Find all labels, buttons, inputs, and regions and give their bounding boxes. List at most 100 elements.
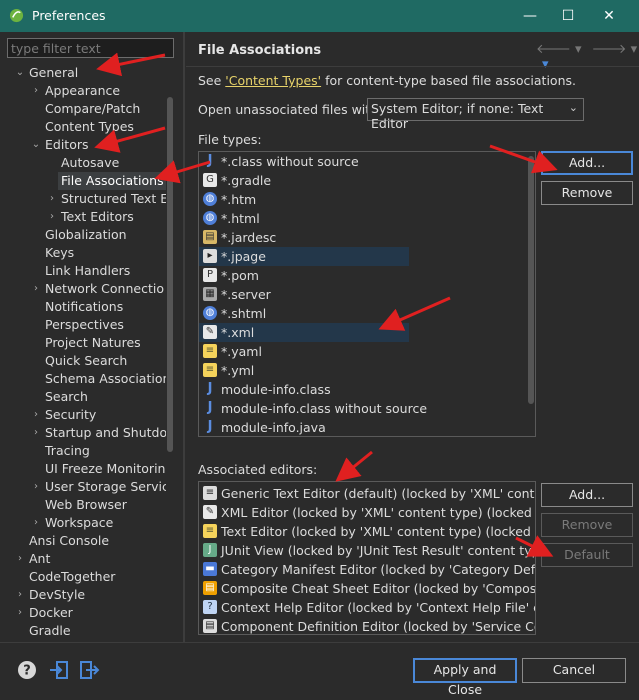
expand-toggle-icon[interactable]: › — [30, 280, 42, 298]
expand-toggle-icon[interactable]: ⌄ — [30, 136, 42, 154]
tree-item-quick-search[interactable]: Quick Search — [45, 352, 127, 370]
tree-item-globalization[interactable]: Globalization — [45, 226, 127, 244]
tree-item-keys[interactable]: Keys — [45, 244, 74, 262]
tree-item-search[interactable]: Search — [45, 388, 88, 406]
list-item[interactable]: ◍ *.html — [199, 209, 409, 228]
tree-item-schema-associations[interactable]: Schema Associations — [45, 370, 166, 388]
maximize-button[interactable]: ☐ — [556, 4, 580, 28]
list-item[interactable]: ≡ Text Editor (locked by 'XML' content ty… — [199, 522, 535, 541]
list-item[interactable]: ▬ Category Manifest Editor (locked by 'Ca… — [199, 560, 535, 579]
list-item[interactable]: Jmodule-info.java — [199, 418, 409, 436]
java-file-icon: J — [207, 419, 213, 434]
tree-scrollbar[interactable] — [167, 97, 173, 452]
back-arrow-icon[interactable]: 🡐 ▾ — [536, 42, 582, 57]
tree-item-file-associations[interactable]: File Associations — [58, 172, 166, 190]
tree-item-startup-shutdown[interactable]: › Startup and Shutdo — [34, 424, 166, 442]
list-item[interactable]: P *.pom — [199, 266, 409, 285]
list-item-selected[interactable]: ✎ *.xml — [199, 323, 409, 342]
tree-item-ansi-console[interactable]: Ansi Console — [29, 532, 109, 550]
list-item[interactable]: ◍ *.shtml — [199, 304, 409, 323]
expand-toggle-icon[interactable]: › — [30, 406, 42, 424]
content-types-link[interactable]: 'Content Types' — [225, 73, 321, 88]
add-file-type-button[interactable]: Add... — [541, 151, 633, 175]
title-bar: Preferences — ☐ ✕ — [0, 0, 639, 32]
tree-item-codetogether[interactable]: CodeTogether — [29, 568, 115, 586]
list-item[interactable]: ◍ *.htm — [199, 190, 409, 209]
list-item[interactable]: ✎ XML Editor (locked by 'XML' content typ… — [199, 503, 535, 522]
expand-toggle-icon[interactable]: › — [14, 604, 26, 622]
tree-item-project-natures[interactable]: Project Natures — [45, 334, 141, 352]
tree-item-autosave[interactable]: Autosave — [61, 154, 119, 172]
remove-editor-button[interactable]: Remove — [541, 513, 633, 537]
tree-item-structured-text-editors[interactable]: › Structured Text Ed — [50, 190, 166, 208]
expand-toggle-icon[interactable]: › — [30, 478, 42, 496]
server-icon: ▦ — [203, 287, 217, 301]
import-icon[interactable] — [48, 659, 70, 681]
tree-item-perspectives[interactable]: Perspectives — [45, 316, 124, 334]
tree-item-link-handlers[interactable]: Link Handlers — [45, 262, 130, 280]
tree-item-user-storage-service[interactable]: › User Storage Service — [34, 478, 166, 496]
export-icon[interactable] — [78, 659, 100, 681]
expand-toggle-icon[interactable]: ⌄ — [14, 64, 26, 82]
java-class-icon: J — [207, 153, 213, 168]
file-types-list[interactable]: J *.class without source G *.gradle ◍ *.htm… — [198, 151, 536, 437]
tree-item-devstyle[interactable]: › DevStyle — [18, 586, 85, 604]
expand-toggle-icon[interactable]: › — [30, 514, 42, 532]
unassociated-editor-select[interactable]: System Editor; if none: Text Editor ⌄ — [367, 98, 584, 131]
tree-item-security[interactable]: › Security — [34, 406, 96, 424]
expand-toggle-icon[interactable]: › — [14, 550, 26, 568]
sash-divider[interactable] — [183, 32, 185, 642]
list-item[interactable]: Jmodule-info.class without source — [199, 399, 427, 418]
view-menu-icon[interactable]: ▾ — [542, 57, 549, 72]
list-item[interactable]: ≡ *.yml — [199, 361, 409, 380]
list-item[interactable]: ? Context Help Editor (locked by 'Context… — [199, 598, 535, 617]
apply-and-close-button[interactable]: Apply and Close — [413, 658, 517, 697]
list-item[interactable]: Jmodule-info.class — [199, 380, 409, 399]
tree-item-docker[interactable]: › Docker — [18, 604, 73, 622]
expand-toggle-icon[interactable]: › — [46, 208, 58, 226]
tree-item-notifications[interactable]: Notifications — [45, 298, 123, 316]
forward-arrow-icon[interactable]: 🡒 ▾ — [592, 42, 638, 57]
tree-item-tracing[interactable]: Tracing — [45, 442, 90, 460]
tree-item-ant[interactable]: › Ant — [18, 550, 50, 568]
tree-item-compare-patch[interactable]: Compare/Patch — [45, 100, 140, 118]
help-icon[interactable]: ? — [16, 659, 38, 681]
remove-file-type-button[interactable]: Remove — [541, 181, 633, 205]
tree-item-web-browser[interactable]: Web Browser — [45, 496, 127, 514]
cancel-button[interactable]: Cancel — [522, 658, 626, 683]
list-item[interactable]: ▦ *.server — [199, 285, 409, 304]
expand-toggle-icon[interactable]: › — [14, 586, 26, 604]
tree-item-gradle[interactable]: Gradle — [29, 622, 71, 640]
tree-item-appearance[interactable]: › Appearance — [34, 82, 120, 100]
expand-toggle-icon[interactable]: › — [30, 424, 42, 442]
list-item[interactable]: ≡ *.yaml — [199, 342, 409, 361]
list-item[interactable]: ≡ Generic Text Editor (default) (locked b… — [199, 484, 535, 503]
yaml-file-icon: ≡ — [203, 344, 217, 358]
default-editor-button[interactable]: Default — [541, 543, 633, 567]
filter-input[interactable]: type filter text — [7, 38, 174, 58]
close-button[interactable]: ✕ — [597, 4, 621, 28]
list-item[interactable]: G *.gradle — [199, 171, 409, 190]
associated-editors-list[interactable]: ≡ Generic Text Editor (default) (locked b… — [198, 481, 536, 635]
expand-toggle-icon[interactable]: › — [46, 190, 58, 208]
file-types-scrollbar[interactable] — [528, 156, 534, 404]
minimize-button[interactable]: — — [518, 4, 542, 28]
tree-item-workspace[interactable]: › Workspace — [34, 514, 113, 532]
tree-item-general[interactable]: ⌄ General — [16, 64, 78, 82]
add-editor-button[interactable]: Add... — [541, 483, 633, 507]
list-item[interactable]: ▤ *.jardesc — [199, 228, 409, 247]
tree-item-editors[interactable]: ⌄ Editors — [32, 136, 89, 154]
expand-toggle-icon[interactable]: › — [30, 82, 42, 100]
list-item[interactable]: ▸ *.jpage — [199, 247, 409, 266]
xml-editor-icon: ✎ — [203, 505, 217, 519]
tree-item-network-connections[interactable]: › Network Connectio — [34, 280, 164, 298]
list-item[interactable]: ▤ Component Definition Editor (locked by … — [199, 617, 535, 634]
list-item[interactable]: ▤ Composite Cheat Sheet Editor (locked by… — [199, 579, 535, 598]
list-item[interactable]: J *.class without source — [199, 152, 409, 171]
list-item[interactable]: J JUnit View (locked by 'JUnit Test Resul… — [199, 541, 535, 560]
tree-item-text-editors[interactable]: › Text Editors — [50, 208, 134, 226]
xml-file-icon: ✎ — [203, 325, 217, 339]
tree-item-content-types[interactable]: Content Types — [45, 118, 134, 136]
tree-item-ui-freeze-monitoring[interactable]: UI Freeze Monitoring — [45, 460, 166, 478]
preferences-tree: ⌄ General › Appearance Compare/Patch Conte… — [0, 64, 166, 642]
